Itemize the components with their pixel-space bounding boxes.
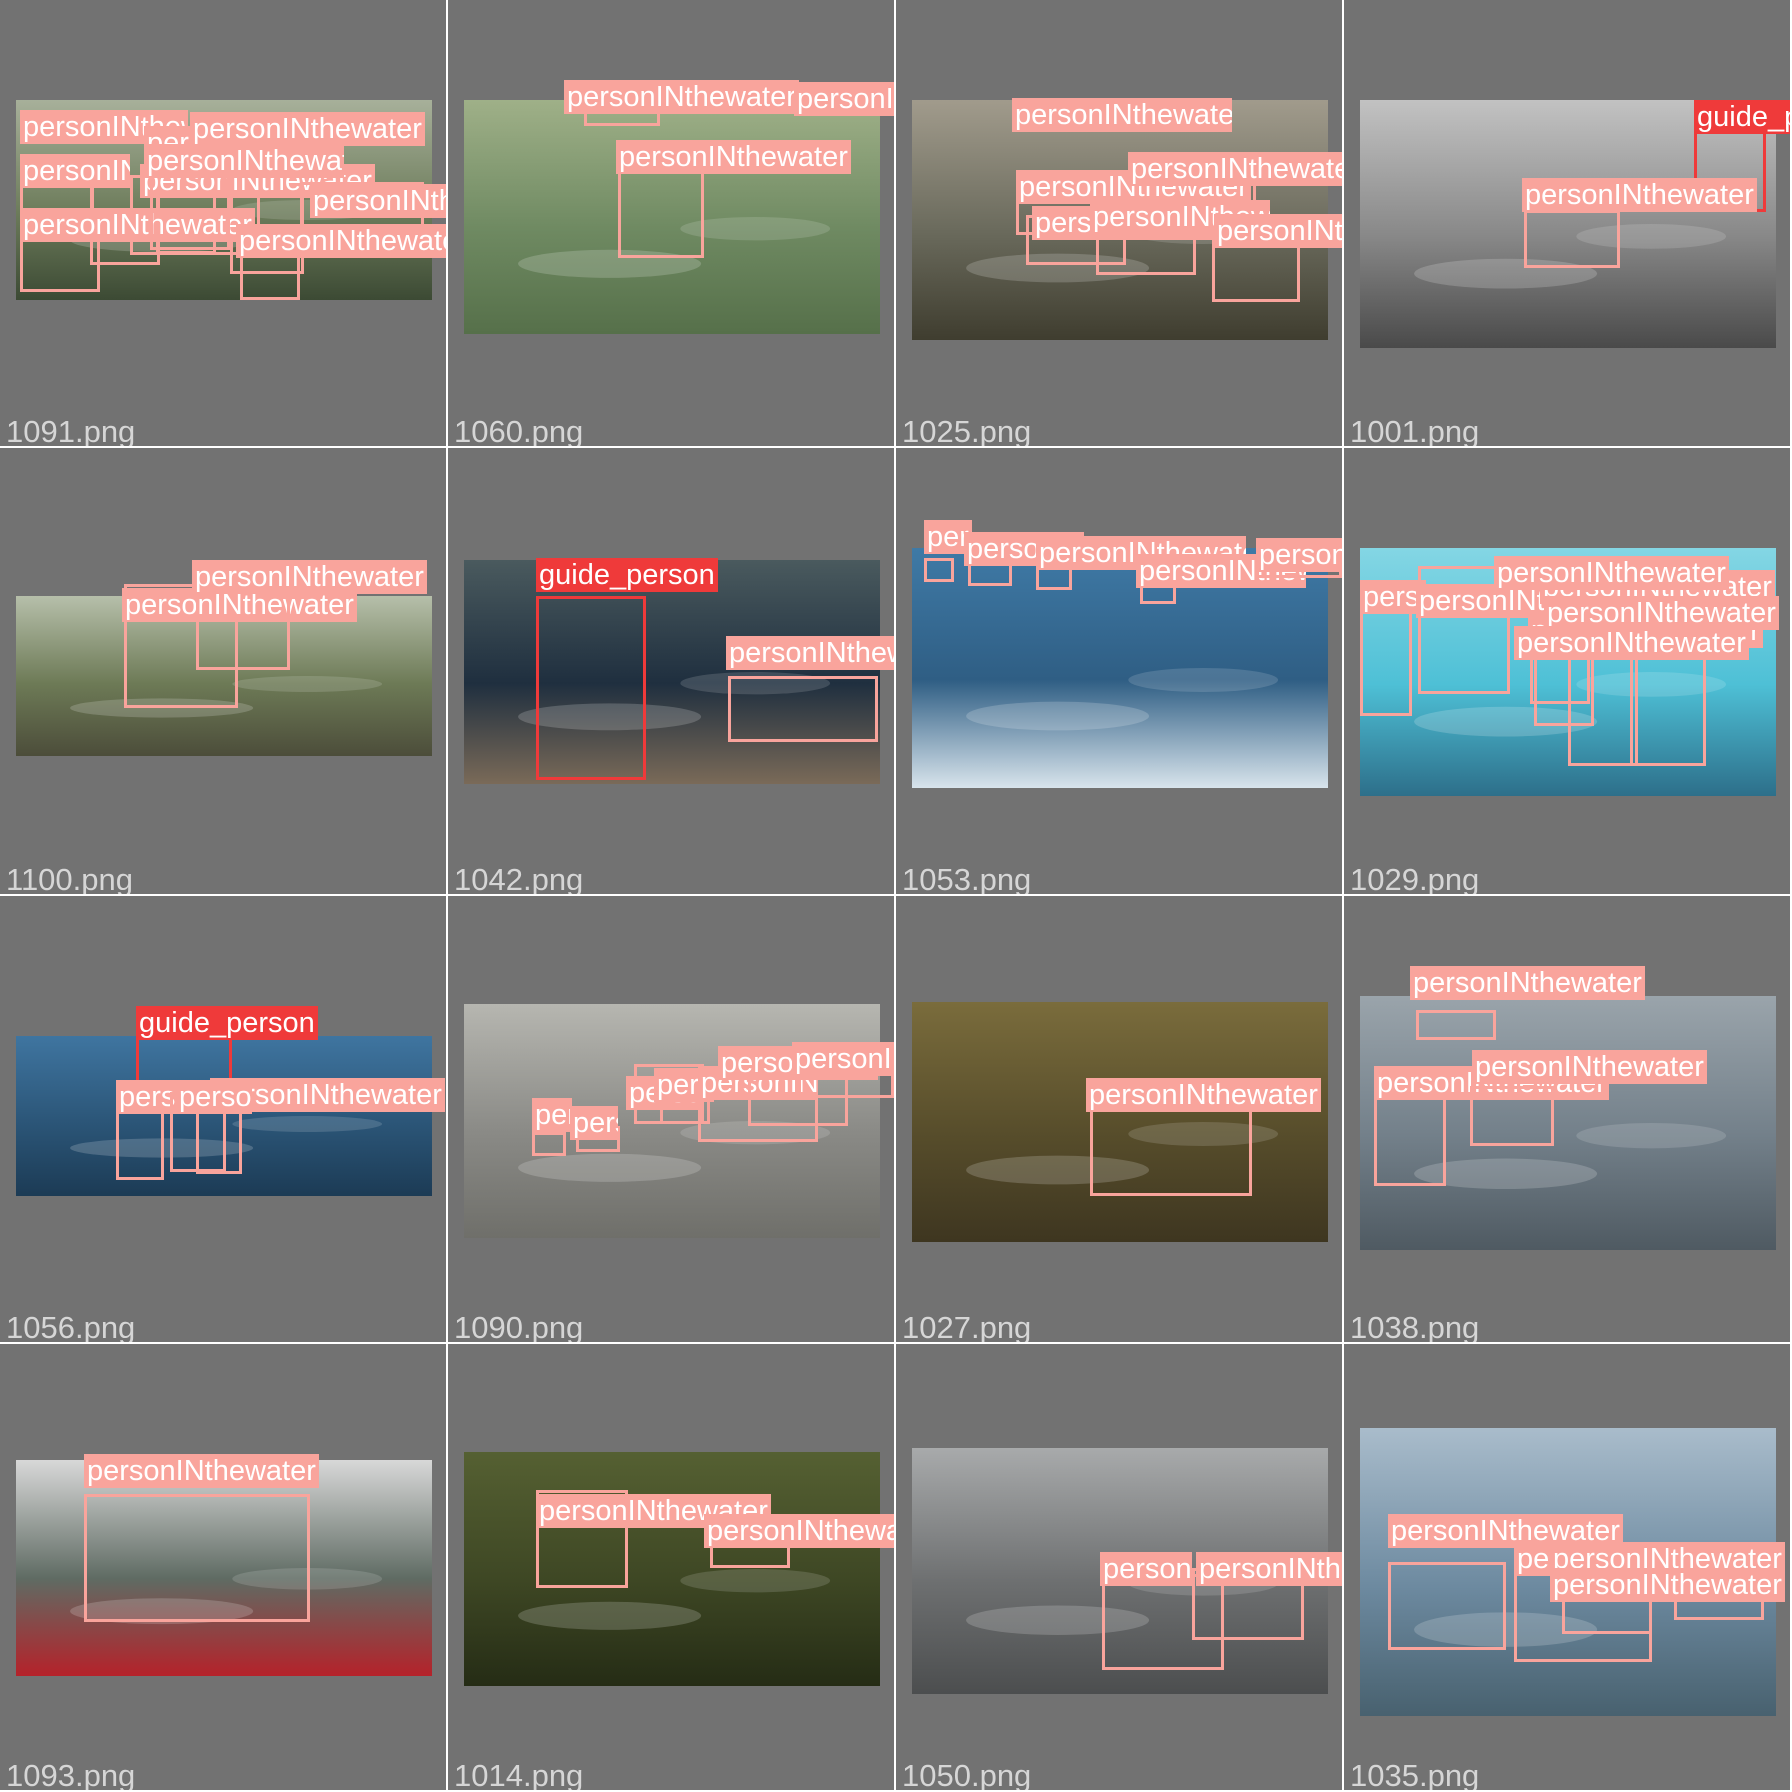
person-in-water-label: personINthewater: [1196, 1552, 1342, 1586]
tile-filename: 1027.png: [902, 1310, 1032, 1342]
mosaic-tile: personINthewaterpersonINthewaterpersonIN…: [448, 896, 894, 1342]
person-in-water-box: [1470, 1086, 1554, 1146]
person-in-water-label: personINthewater: [1214, 214, 1342, 248]
person-in-water-box: [1524, 210, 1620, 268]
mosaic-tile: personINthewater personINthewater personIN…: [896, 0, 1342, 446]
guide-person-label: guide_person: [536, 558, 718, 592]
mosaic-tile: personINthewaterpersonINthewater1014.png: [448, 1344, 894, 1790]
detection-mosaic: personINthewaterpersonINthewaterpersonIN…: [0, 0, 1792, 1792]
mosaic-tile: personINthewater 1027.png: [896, 896, 1342, 1342]
tile-filename: 1091.png: [6, 414, 136, 446]
person-in-water-label: personINthewater: [1472, 1050, 1707, 1084]
person-in-water-label: personINthewater: [1550, 1568, 1785, 1602]
mosaic-tile: personINthewaterpersonINthewaterpersonIN…: [896, 448, 1342, 894]
tile-filename: 1060.png: [454, 414, 584, 446]
tile-filename: 1014.png: [454, 1758, 584, 1790]
person-in-water-box: [532, 1132, 566, 1156]
tile-filename: 1100.png: [6, 862, 133, 894]
person-in-water-label: personINthewater: [1086, 1078, 1321, 1112]
tile-filename: 1093.png: [6, 1758, 136, 1790]
person-in-water-label: personINthewater: [564, 80, 799, 114]
tile-filename: 1001.png: [1350, 414, 1480, 446]
person-in-water-label: personINthewater: [1128, 152, 1342, 186]
mosaic-tile: personINthewaterpersonINthewaterpersonIN…: [1344, 448, 1790, 894]
person-in-water-box: [1416, 1010, 1496, 1040]
tile-filename: 1042.png: [454, 862, 584, 894]
tile-filename: 1090.png: [454, 1310, 584, 1342]
mosaic-tile: personINthewater 1093.png: [0, 1344, 446, 1790]
person-in-water-label: personINthewater: [1100, 1552, 1192, 1586]
mosaic-tile: personINthewaterpersonINthewaterpersonIN…: [0, 0, 446, 446]
person-in-water-label: personINthewater: [144, 144, 344, 178]
person-in-water-label: personINthewater: [532, 1098, 572, 1132]
person-in-water-label: personINthewater: [794, 82, 894, 116]
tile-filename: 1029.png: [1350, 862, 1480, 894]
person-in-water-label: personINthewater: [570, 1106, 618, 1140]
person-in-water-label: personINthewater: [1410, 966, 1645, 1000]
person-in-water-label: personINthewater: [792, 1042, 894, 1076]
mosaic-tile: personINthewaterpersonINthewater 1050.png: [896, 1344, 1342, 1790]
tile-filename: 1038.png: [1350, 1310, 1480, 1342]
mosaic-tile: guide_person personINthewaterpersonINthew…: [0, 896, 446, 1342]
person-in-water-label: personINthewater: [1012, 98, 1232, 132]
person-in-water-label: personINthewater: [236, 224, 446, 258]
person-in-water-box: [924, 558, 954, 582]
person-in-water-label: personINthewater: [704, 1514, 894, 1548]
guide-person-box: [536, 596, 646, 780]
person-in-water-box: [1090, 1100, 1252, 1196]
tile-filename: 1050.png: [902, 1758, 1032, 1790]
person-in-water-box: [618, 170, 704, 258]
person-in-water-label: personINthewater: [190, 112, 425, 146]
tile-photo: [464, 560, 880, 784]
person-in-water-box: [1388, 1562, 1506, 1650]
mosaic-tile: guide_person personINthewater 1001.png: [1344, 0, 1790, 446]
tile-filename: 1035.png: [1350, 1758, 1480, 1790]
tile-filename: 1056.png: [6, 1310, 136, 1342]
mosaic-tile: personINthewaterpersonINthewaterpersonIN…: [448, 0, 894, 446]
person-in-water-label: personINthewater: [726, 636, 894, 670]
mosaic-tile: personINthewater personINthewater 1100.png: [0, 448, 446, 894]
person-in-water-box: [150, 170, 230, 250]
tile-filename: 1025.png: [902, 414, 1032, 446]
person-in-water-box: [1374, 1096, 1446, 1186]
mosaic-tile: guide_person personINthewater 1042.png: [448, 448, 894, 894]
mosaic-tile: personINthewaterpersonINthewaterpersonIN…: [1344, 896, 1790, 1342]
guide-person-label: guide_person: [136, 1006, 318, 1040]
person-in-water-label: personINthewater: [1522, 178, 1757, 212]
person-in-water-label: personINthewater: [1494, 556, 1729, 590]
person-in-water-label: personINthewater: [310, 184, 446, 218]
mosaic-tile: personINthewaterpersonINthewaterpersonIN…: [1344, 1344, 1790, 1790]
person-in-water-label: personINthewater: [1256, 538, 1342, 572]
person-in-water-label: personINthewater: [1544, 596, 1779, 630]
person-in-water-label: personINthewater: [84, 1454, 319, 1488]
person-in-water-box: [728, 676, 878, 742]
tile-photo: [464, 1452, 880, 1686]
person-in-water-label: personINthewater: [616, 140, 851, 174]
person-in-water-label: personINthewater: [192, 560, 427, 594]
person-in-water-label: personINthewater: [116, 1080, 176, 1114]
person-in-water-box: [84, 1494, 310, 1622]
person-in-water-label: personINthewater: [20, 154, 130, 188]
tile-filename: 1053.png: [902, 862, 1032, 894]
guide-person-label: guide_person: [1694, 100, 1790, 134]
person-in-water-label: personINthewater: [1514, 626, 1749, 660]
person-in-water-label: personINthewater: [176, 1080, 252, 1114]
